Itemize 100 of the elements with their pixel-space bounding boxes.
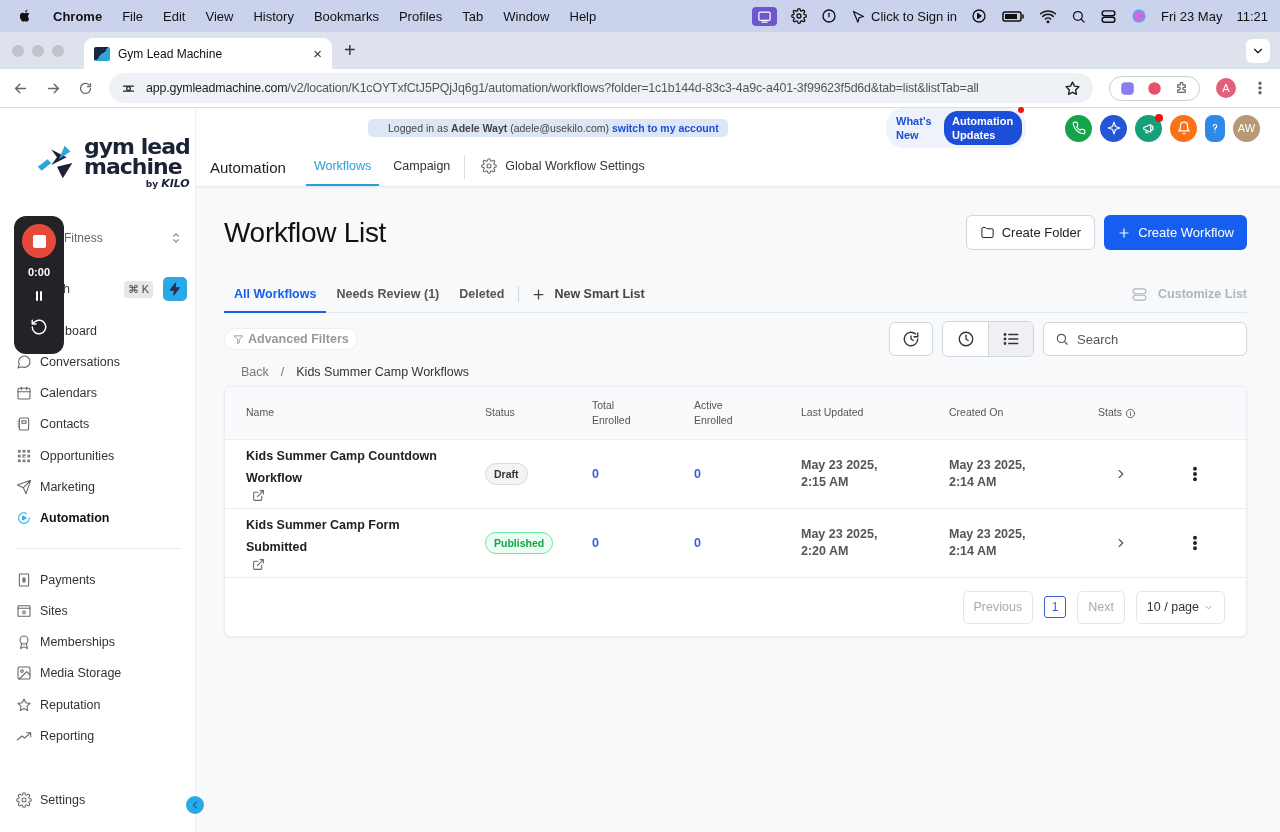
sparkle-icon (1106, 121, 1121, 135)
help-button[interactable] (1205, 114, 1225, 142)
nav-tab[interactable]: Campaign (385, 148, 459, 186)
gear-icon[interactable] (791, 8, 808, 24)
sidebar-item[interactable]: Sites (16, 600, 68, 621)
history-button[interactable] (889, 322, 933, 356)
tab-search-button[interactable] (1246, 38, 1270, 63)
megaphone-button[interactable] (1135, 114, 1162, 142)
sidebar-item[interactable]: Reporting (16, 726, 95, 746)
column-header: Name (246, 405, 275, 421)
nav-tab[interactable]: Global Workflow Settings (473, 148, 653, 186)
pointer-icon (851, 8, 867, 24)
back-link[interactable]: Back (241, 365, 269, 379)
logo-brand: KILO (161, 179, 190, 190)
total-enrolled-count[interactable]: 0 (592, 467, 694, 481)
search-input[interactable]: Search (1075, 330, 1229, 348)
menu-item[interactable]: Profiles (398, 8, 443, 24)
workflow-name[interactable]: Kids Summer Camp Countdown Workflow (246, 446, 451, 502)
gear-icon (16, 792, 32, 809)
sidebar-item[interactable]: Conversations (16, 351, 120, 372)
sidebar-item[interactable]: Contacts (16, 414, 90, 435)
puzzle-icon[interactable] (1174, 80, 1189, 96)
play-icon[interactable] (971, 8, 987, 24)
extension-icon[interactable] (1120, 80, 1135, 96)
new-smart-list-button[interactable]: New Smart List (531, 286, 645, 302)
website-icon (16, 602, 32, 619)
sidebar-item[interactable]: Automation (16, 508, 110, 529)
external-link-icon[interactable] (252, 557, 265, 571)
column-header: Total Enrolled (592, 397, 632, 428)
recording-timer: 0:00 (28, 266, 50, 278)
gear-icon (481, 158, 498, 174)
quick-action-button[interactable] (163, 277, 187, 301)
external-link-icon[interactable] (252, 488, 265, 502)
reload-icon[interactable] (78, 80, 93, 96)
sign-in-button[interactable]: Click to Sign in (851, 8, 957, 24)
calendar-icon (16, 385, 32, 402)
screen-recording-icon[interactable] (752, 6, 778, 26)
menu-item[interactable]: File (122, 8, 144, 24)
view-toggle[interactable] (988, 322, 1033, 356)
page-title: Automation (210, 158, 286, 176)
app-menu[interactable]: Chrome (53, 8, 103, 24)
bell-button[interactable] (1170, 114, 1197, 142)
restart-icon[interactable] (30, 318, 48, 336)
shortcut-key: ⌘ K (123, 280, 153, 298)
clock-icon (956, 330, 975, 348)
filter-icon (233, 333, 244, 345)
extension-icon[interactable] (1147, 80, 1162, 96)
list-tab[interactable]: Needs Review (1) (326, 276, 450, 313)
stop-recording-button[interactable] (22, 224, 56, 258)
location-switcher[interactable]: Fitness (64, 227, 195, 249)
menu-item[interactable]: View (205, 8, 234, 24)
list-tab[interactable]: All Workflows (224, 276, 327, 313)
sidebar-item[interactable]: Calendars (16, 383, 97, 404)
whats-new-link[interactable]: What's New (896, 113, 936, 143)
status-icon[interactable] (821, 8, 838, 24)
wifi-icon[interactable] (1039, 7, 1057, 25)
sidebar-item[interactable]: Marketing (16, 477, 95, 498)
sidebar-item[interactable]: Opportunities (16, 445, 115, 466)
new-tab-button[interactable]: + (344, 39, 356, 62)
toggle-icon (1131, 285, 1149, 303)
page-size-select[interactable]: 10 / page (1135, 590, 1225, 624)
active-enrolled-count[interactable]: 0 (694, 467, 801, 481)
phone-button[interactable] (1065, 114, 1092, 142)
create-workflow-button[interactable]: Create Workflow (1104, 215, 1247, 250)
menu-item[interactable]: Edit (163, 8, 186, 24)
create-folder-button[interactable]: Create Folder (965, 215, 1096, 250)
toggle-icon[interactable] (1100, 7, 1117, 25)
sidebar-item[interactable]: Media Storage (16, 663, 122, 684)
menu-item[interactable]: Bookmarks (313, 8, 379, 24)
contacts-icon (16, 416, 32, 433)
menu-item[interactable]: History (253, 8, 294, 24)
search-label[interactable]: h (63, 282, 70, 296)
automation-updates-button[interactable]: Automation Updates (944, 110, 1022, 146)
menu-item[interactable]: Window (503, 8, 550, 24)
menu-item[interactable]: Help (569, 8, 597, 24)
sidebar-item[interactable]: Payments (16, 569, 96, 590)
sidebar-item[interactable]: Reputation (16, 694, 101, 715)
pipeline-icon (16, 447, 32, 464)
star-icon[interactable] (1064, 79, 1081, 97)
list-tab[interactable]: Deleted (449, 276, 515, 313)
search-icon[interactable] (1071, 8, 1086, 24)
menu-item[interactable]: Tab (462, 8, 484, 24)
total-enrolled-count[interactable]: 0 (592, 536, 694, 550)
page-number[interactable]: 1 (1044, 596, 1067, 618)
browser-tab[interactable]: Gym Lead Machine × (84, 38, 332, 69)
search-field[interactable]: Search (1043, 322, 1247, 356)
active-enrolled-count[interactable]: 0 (694, 536, 801, 550)
sidebar-item[interactable]: Settings (16, 790, 86, 811)
workflow-name[interactable]: Kids Summer Camp Form Submitted (246, 515, 451, 571)
chat-icon (16, 353, 32, 370)
send-icon (16, 479, 32, 496)
address-bar[interactable]: app.gymleadmachine.com/v2/location/K1cOYTxfCtJ5PQjJq6g1/automation/workflows?folder=1c1b144d-83c3-4a9c-a401-3f99623f5d6d&tab=list&listTab=all (109, 73, 1093, 103)
sidebar-item[interactable]: Memberships (16, 632, 116, 653)
view-toggle[interactable] (943, 322, 988, 356)
sparkle-button[interactable] (1100, 114, 1127, 142)
sidebar-item[interactable]: board (65, 320, 97, 341)
tab-close-button[interactable]: × (313, 45, 322, 62)
created-on-date: May 23 2025, 2:14 AM (949, 456, 1027, 491)
collapse-button[interactable] (186, 796, 204, 814)
switch-account-link[interactable]: switch to my account (611, 122, 719, 134)
